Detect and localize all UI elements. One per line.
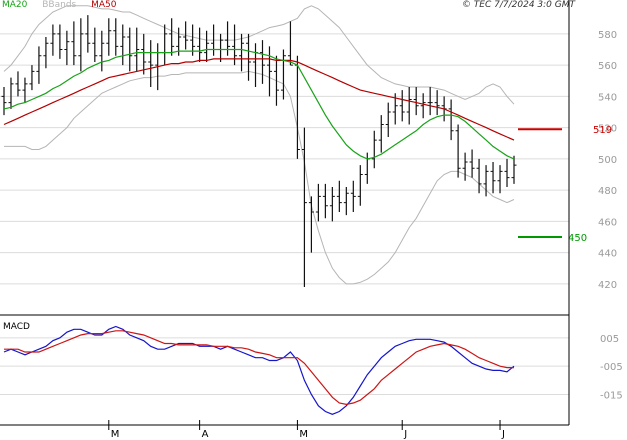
ohlc-bar	[406, 87, 412, 125]
timestamp: © TEC 7/7/2024 3:0 GMT	[461, 0, 575, 10]
ohlc-bar	[8, 77, 14, 109]
ohlc-bar	[169, 18, 175, 56]
ohlc-bar	[120, 24, 126, 66]
macd-signal-line	[4, 330, 514, 406]
ohlc-bar	[476, 158, 482, 194]
price-y-tick-label: 480	[598, 186, 617, 197]
macd-panel: 005 -005 -015	[0, 325, 623, 415]
ohlc-bar	[357, 165, 363, 206]
x-tick-label: J	[501, 429, 505, 440]
ohlc-bar	[148, 40, 154, 87]
ohlc-bar	[343, 187, 349, 216]
ohlc-bar	[371, 130, 377, 169]
ohlc-bar	[329, 187, 335, 222]
level-label: 450	[568, 233, 587, 244]
ohlc-bar	[287, 21, 293, 66]
ohlc-bar	[413, 87, 419, 116]
ohlc-bar	[225, 21, 231, 56]
ohlc-bar	[511, 155, 517, 184]
ohlc-bar	[246, 33, 252, 81]
legend-ma20: MA20	[2, 0, 28, 10]
ohlc-bar	[162, 24, 168, 66]
price-y-tick-label: 420	[598, 280, 617, 291]
ohlc-bar	[71, 21, 77, 66]
ohlc-bar	[218, 33, 224, 62]
ohlc-bar	[469, 149, 475, 178]
ohlc-bar	[266, 46, 272, 97]
x-tick-label: M	[299, 429, 308, 440]
ohlc-bar	[350, 180, 356, 212]
macd-y-tick-label: -015	[600, 391, 623, 402]
ohlc-bar	[504, 158, 510, 187]
x-tick-label: A	[202, 429, 209, 440]
macd-y-tick-label: 005	[600, 334, 619, 345]
ohlc-bar	[113, 18, 119, 56]
ohlc-bar	[280, 49, 286, 100]
level-label: 519	[593, 125, 612, 136]
ohlc-bar	[106, 18, 112, 56]
ohlc-bar	[336, 180, 342, 212]
ohlc-bar	[420, 93, 426, 119]
ohlc-bar	[490, 162, 496, 194]
price-y-tick-label: 460	[598, 217, 617, 228]
chart-canvas: 420440460480500520540560580 005-005-015 …	[0, 0, 623, 440]
macd-y-tick-label: -005	[600, 362, 623, 373]
ohlc-bar	[294, 55, 300, 159]
ohlc-bar	[64, 30, 70, 66]
ohlc-bar	[92, 27, 98, 62]
ohlc-bar	[197, 27, 203, 62]
legend-ma50: MA50	[91, 0, 117, 10]
ohlc-bar	[204, 30, 210, 62]
price-y-tick-label: 440	[598, 249, 617, 260]
ohlc-bar	[22, 77, 28, 103]
legend-bbands: BBands	[42, 0, 77, 10]
ohlc-bar	[43, 37, 49, 69]
frame: MAMJJ	[0, 0, 570, 440]
x-tick-label: J	[403, 429, 407, 440]
ohlc-bar	[427, 87, 433, 116]
legend: MA20 BBands MA50	[2, 0, 128, 11]
price-panel: 420440460480500520540560580	[0, 5, 617, 291]
ohlc-bar	[497, 165, 503, 194]
ohlc-bar	[385, 102, 391, 137]
ohlc-bar	[308, 196, 314, 253]
ohlc-bar	[315, 183, 321, 222]
ohlc-bar	[364, 152, 370, 184]
ohlc-bar	[57, 24, 63, 59]
price-y-tick-label: 580	[598, 30, 617, 41]
ohlc-bar	[259, 40, 265, 84]
ohlc-bar	[141, 33, 147, 75]
ohlc-bar	[322, 183, 328, 219]
ohlc-bar	[455, 124, 461, 178]
ohlc-bar	[15, 71, 21, 97]
macd-title: MACD	[3, 322, 30, 332]
price-y-tick-label: 560	[598, 61, 617, 72]
ohlc-bar	[378, 115, 384, 153]
ohlc-bar	[239, 33, 245, 72]
ohlc-bar	[1, 87, 7, 116]
price-y-tick-label: 500	[598, 155, 617, 166]
ohlc-bar	[29, 65, 35, 91]
ohlc-bar	[399, 90, 405, 122]
ohlc-bar	[273, 55, 279, 106]
macd-line	[3, 325, 515, 415]
ohlc-bar	[448, 99, 454, 141]
ohlc-bar	[50, 24, 56, 56]
ohlc-bar	[462, 152, 468, 181]
x-tick-label: M	[111, 429, 120, 440]
price-y-tick-label: 540	[598, 92, 617, 103]
ohlc-bar	[434, 90, 440, 116]
ohlc-bar	[78, 18, 84, 72]
